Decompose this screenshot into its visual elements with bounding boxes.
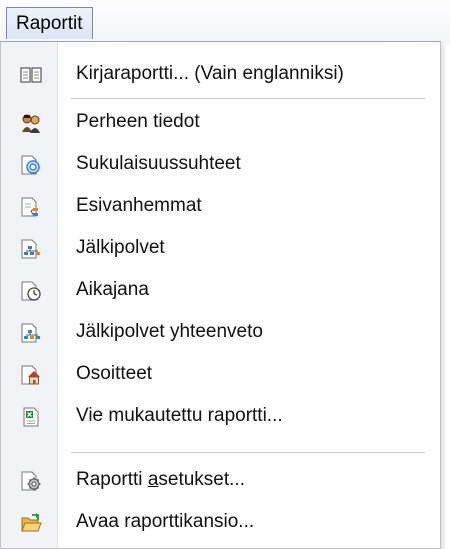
menu-reports[interactable]: Raportit bbox=[6, 7, 93, 39]
excel-export-icon bbox=[23, 407, 39, 427]
menu-item-label: Raportti asetukset... bbox=[76, 469, 245, 490]
descendants-icon bbox=[21, 239, 40, 259]
menu-item-family-info[interactable]: Perheen tiedot bbox=[2, 102, 438, 142]
descendants-summary-icon bbox=[21, 323, 40, 343]
reports-menu-screen: Raportit Kirjaraportti... (Vain englanni… bbox=[0, 0, 450, 549]
menu-item-report-settings[interactable]: Raportti asetukset... bbox=[2, 460, 438, 500]
menu-item-label: Esivanhemmat bbox=[76, 195, 202, 216]
menu-item-book-report[interactable]: Kirjaraportti... (Vain englanniksi) bbox=[2, 54, 438, 94]
menu-item-timeline[interactable]: Aikajana bbox=[2, 270, 438, 310]
menu-bar: Raportit bbox=[0, 0, 450, 44]
menu-item-addresses[interactable]: Osoitteet bbox=[2, 354, 438, 394]
relationship-icon bbox=[21, 155, 40, 175]
menu-item-label: Aikajana bbox=[76, 279, 149, 300]
menu-item-descendants[interactable]: Jälkipolvet bbox=[2, 228, 438, 268]
menu-item-label: Kirjaraportti... (Vain englanniksi) bbox=[76, 63, 344, 84]
menu-item-label: Osoitteet bbox=[76, 363, 153, 384]
menu-item-label: Avaa raporttikansio... bbox=[76, 511, 255, 532]
menu-item-ancestors[interactable]: Esivanhemmat bbox=[2, 186, 438, 226]
family-icon bbox=[22, 114, 40, 133]
menu-item-label: Vie mukautettu raportti... bbox=[76, 405, 283, 426]
reports-dropdown: Kirjaraportti... (Vain englanniksi) Perh… bbox=[0, 41, 441, 549]
addresses-icon bbox=[21, 365, 40, 385]
timeline-icon bbox=[21, 281, 41, 301]
menu-item-export-custom-report[interactable]: Vie mukautettu raportti... bbox=[2, 396, 438, 436]
open-folder-icon bbox=[21, 513, 42, 532]
menu-item-label: Perheen tiedot bbox=[76, 111, 200, 132]
book-icon bbox=[20, 67, 42, 83]
report-settings-icon bbox=[21, 471, 41, 491]
menu-item-label: Jälkipolvet yhteenveto bbox=[76, 321, 263, 342]
ancestors-icon bbox=[21, 197, 38, 217]
menu-separator bbox=[71, 452, 425, 454]
menu-item-label: Jälkipolvet bbox=[76, 237, 165, 258]
menu-item-descendants-summary[interactable]: Jälkipolvet yhteenveto bbox=[2, 312, 438, 352]
menu-item-relationships[interactable]: Sukulaisuussuhteet bbox=[2, 144, 438, 184]
menu-item-open-report-folder[interactable]: Avaa raporttikansio... bbox=[2, 502, 438, 542]
menu-separator bbox=[71, 98, 425, 100]
menu-item-label: Sukulaisuussuhteet bbox=[76, 153, 241, 174]
